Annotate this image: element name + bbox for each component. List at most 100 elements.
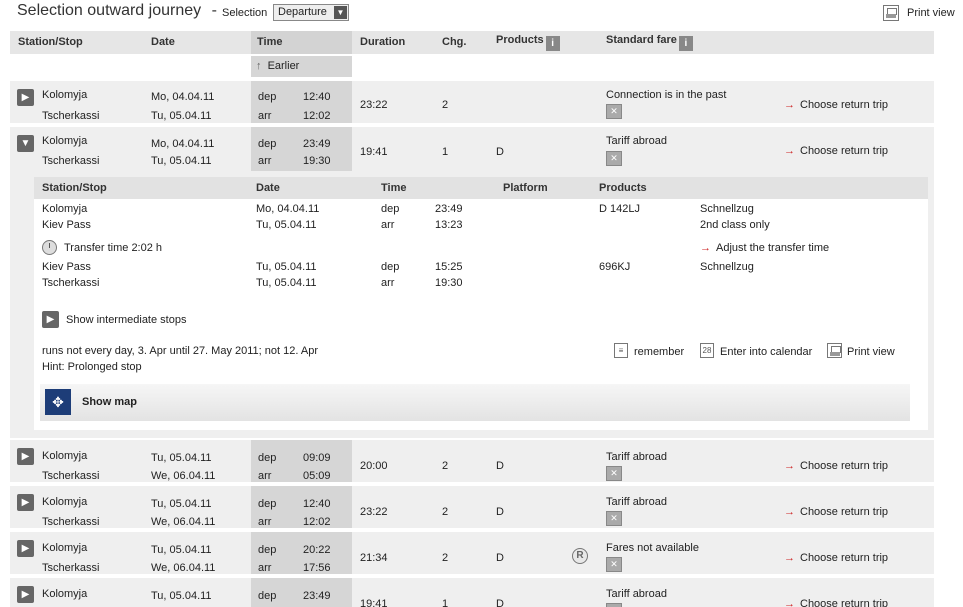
leg-time: 13:23 [435, 219, 463, 231]
arrow-up-icon: ↑ [256, 60, 262, 72]
col-fare-label: Standard fare [606, 34, 677, 46]
selection-dropdown[interactable]: Departure ▼ [273, 4, 349, 21]
leg-kind: dep [381, 261, 400, 273]
changes: 1 [442, 146, 449, 158]
ticket-icon[interactable]: ✕ [606, 466, 622, 481]
chevron-right-icon[interactable]: ▶ [17, 494, 34, 511]
connection-row[interactable]: ▶ Kolomyja Tscherkassi Tu, 05.04.11 We, … [10, 532, 934, 576]
detail-col-time: Time [381, 182, 407, 194]
choose-return-trip-link[interactable]: → Choose return trip [784, 460, 888, 472]
choose-return-trip-link[interactable]: → Choose return trip [784, 99, 888, 111]
bookmark-icon[interactable]: ≡ [614, 343, 628, 358]
printer-icon[interactable] [883, 5, 899, 21]
adjust-transfer-link[interactable]: → Adjust the transfer time [700, 242, 829, 254]
dep-time: 09:09 [303, 452, 331, 464]
dep-date: Tu, 05.04.11 [151, 590, 212, 602]
choose-return-trip-label[interactable]: Choose return trip [800, 552, 888, 564]
dep-label: dep [258, 498, 277, 510]
choose-return-trip-label[interactable]: Choose return trip [800, 145, 888, 157]
adjust-transfer-label[interactable]: Adjust the transfer time [716, 242, 829, 254]
title-separator: - [211, 2, 217, 19]
leg-product[interactable]: 696KJ [599, 261, 630, 273]
choose-return-trip-label[interactable]: Choose return trip [800, 506, 888, 518]
info-icon[interactable]: i [678, 36, 693, 51]
connection-row[interactable]: ▶ Kolomyja Tscherkassi Mo, 04.04.11 Tu, … [10, 81, 934, 125]
show-map-label[interactable]: Show map [82, 396, 137, 408]
duration: 19:41 [360, 146, 388, 158]
print-view-label[interactable]: Print view [907, 7, 955, 19]
show-intermediate-stops[interactable]: Show intermediate stops [66, 314, 186, 326]
hint-note: Hint: Prolonged stop [42, 361, 142, 373]
leg-station: Kiev Pass [42, 219, 91, 231]
chevron-right-icon[interactable]: ▶ [17, 89, 34, 106]
ticket-icon[interactable]: ✕ [606, 603, 622, 607]
show-map-bar[interactable]: ✥ Show map [40, 384, 910, 421]
leg-station: Kiev Pass [42, 261, 91, 273]
connection-row[interactable]: ▶ Kolomyja Tu, 05.04.11 dep 23:49 19:41 … [10, 578, 934, 607]
col-products-label: Products [496, 34, 544, 46]
choose-return-trip-label[interactable]: Choose return trip [800, 460, 888, 472]
fare-text: Fares not available [606, 542, 699, 554]
chevron-down-icon[interactable]: ▼ [17, 135, 34, 152]
chevron-right-icon[interactable]: ▶ [17, 586, 34, 603]
connection-row[interactable]: ▼ Kolomyja Tscherkassi Mo, 04.04.11 Tu, … [10, 127, 934, 171]
fare-text: Tariff abroad [606, 496, 667, 508]
printer-icon[interactable] [827, 343, 842, 358]
map-icon[interactable]: ✥ [45, 389, 71, 415]
ticket-icon[interactable]: ✕ [606, 104, 622, 119]
print-view-link[interactable]: Print view [883, 5, 955, 21]
choose-return-trip-link[interactable]: → Choose return trip [784, 145, 888, 157]
leg-station: Tscherkassi [42, 277, 100, 289]
arr-date: We, 06.04.11 [151, 470, 216, 482]
dep-time: 23:49 [303, 590, 331, 602]
arr-label: arr [258, 470, 272, 482]
remember-link[interactable]: remember [634, 346, 684, 358]
connection-row[interactable]: ▶ Kolomyja Tscherkassi Tu, 05.04.11 We, … [10, 486, 934, 530]
info-icon[interactable]: i [545, 36, 560, 51]
clock-icon [42, 240, 57, 255]
calendar-icon[interactable]: 28 [700, 343, 714, 358]
choose-return-trip-link[interactable]: → Choose return trip [784, 598, 888, 607]
connection-row[interactable]: ▶ Kolomyja Tscherkassi Tu, 05.04.11 We, … [10, 440, 934, 484]
leg-product[interactable]: D 142LJ [599, 203, 640, 215]
arr-date: Tu, 05.04.11 [151, 155, 212, 167]
products: D [496, 552, 504, 564]
chevron-right-icon[interactable]: ▶ [42, 311, 59, 328]
to-station: Tscherkassi [42, 110, 100, 122]
selection-value: Departure [278, 6, 327, 18]
leg-kind: arr [381, 219, 395, 231]
dep-date: Mo, 04.04.11 [151, 91, 215, 103]
dep-label: dep [258, 452, 277, 464]
duration: 23:22 [360, 99, 388, 111]
choose-return-trip-label[interactable]: Choose return trip [800, 99, 888, 111]
duration: 20:00 [360, 460, 388, 472]
runs-note: runs not every day, 3. Apr until 27. May… [42, 345, 318, 357]
earlier-button[interactable]: ↑ Earlier [251, 56, 352, 77]
products: D [496, 598, 504, 607]
calendar-link[interactable]: Enter into calendar [720, 346, 812, 358]
choose-return-trip-link[interactable]: → Choose return trip [784, 506, 888, 518]
from-station: Kolomyja [42, 450, 88, 462]
dep-date: Mo, 04.04.11 [151, 138, 215, 150]
print-view-link[interactable]: Print view [847, 346, 895, 358]
to-station: Tscherkassi [42, 470, 100, 482]
dropdown-arrow-icon[interactable]: ▼ [334, 6, 347, 19]
chevron-right-icon[interactable]: ▶ [17, 448, 34, 465]
choose-return-trip-link[interactable]: → Choose return trip [784, 552, 888, 564]
choose-return-trip-label[interactable]: Choose return trip [800, 598, 888, 607]
ticket-icon[interactable]: ✕ [606, 557, 622, 572]
arr-date: Tu, 05.04.11 [151, 110, 212, 122]
arr-label: arr [258, 562, 272, 574]
reservation-icon[interactable]: R [572, 548, 588, 564]
ticket-icon[interactable]: ✕ [606, 511, 622, 526]
from-station: Kolomyja [42, 89, 88, 101]
arr-time: 17:56 [303, 562, 331, 574]
chevron-right-icon[interactable]: ▶ [17, 540, 34, 557]
ticket-icon[interactable]: ✕ [606, 151, 622, 166]
details-inner: Station/Stop Date Time Platform Products… [34, 177, 928, 430]
col-time-label: Time [257, 36, 283, 48]
leg-date: Tu, 05.04.11 [256, 277, 317, 289]
changes: 1 [442, 598, 449, 607]
leg-time: 15:25 [435, 261, 463, 273]
col-time[interactable]: Time [251, 31, 352, 54]
